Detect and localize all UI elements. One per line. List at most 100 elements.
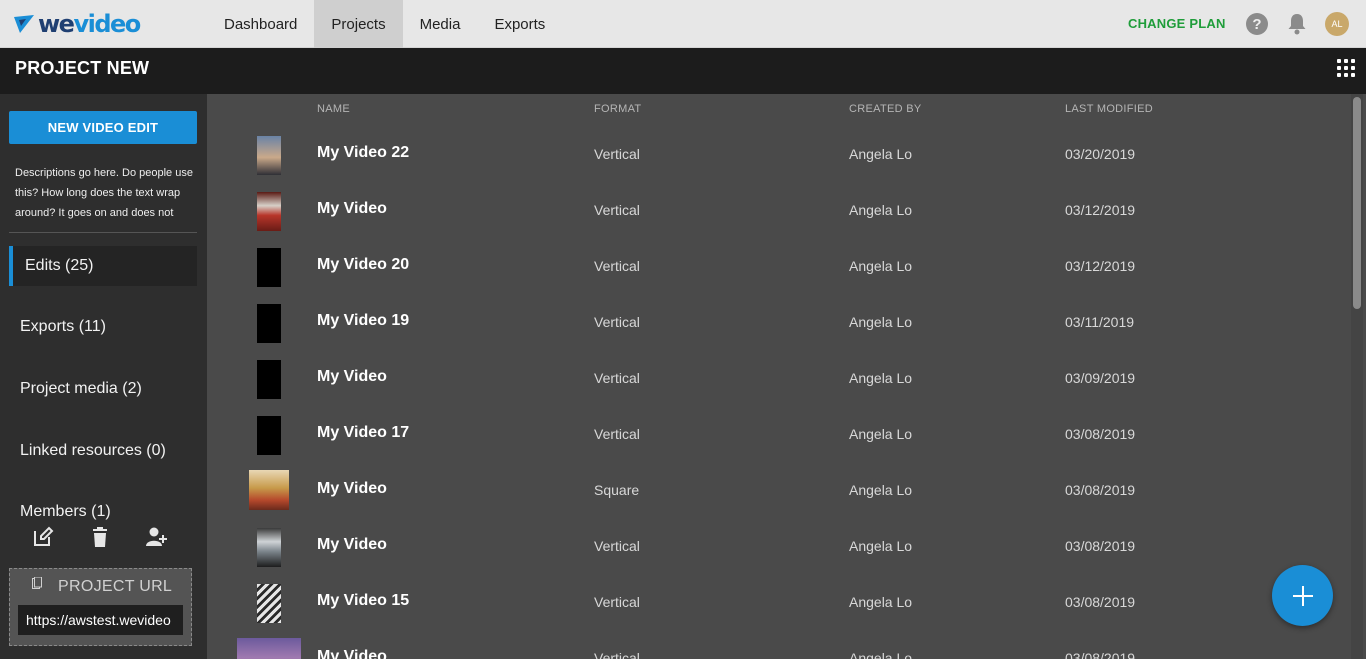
plus-icon (1292, 585, 1313, 606)
video-format: Vertical (594, 594, 640, 610)
sidebar-item-linked-resources[interactable]: Linked resources (0) (9, 431, 197, 471)
video-last-modified: 03/08/2019 (1065, 538, 1136, 554)
video-thumbnail (257, 136, 281, 175)
video-format: Vertical (594, 202, 640, 218)
video-created-by: Angela Lo (849, 482, 913, 498)
table-row[interactable]: My Video 17 Vertical Angela Lo 03/08/201… (207, 406, 1347, 462)
project-url-label: PROJECT URL (58, 578, 173, 595)
video-thumbnail (257, 528, 281, 567)
logo-text: wevideo (38, 10, 141, 38)
clipboard-icon[interactable] (32, 577, 42, 589)
video-name: My Video 22 (317, 144, 410, 161)
video-thumbnail (257, 416, 281, 455)
video-name: My Video (317, 480, 387, 497)
main-nav: Dashboard Projects Media Exports (207, 0, 562, 48)
project-title: PROJECT NEW (15, 58, 150, 78)
nav-exports[interactable]: Exports (477, 0, 562, 48)
video-last-modified: 03/08/2019 (1065, 594, 1136, 610)
video-name: My Video 19 (317, 312, 410, 329)
sidebar-divider (9, 232, 197, 233)
table-row[interactable]: My Video 20 Vertical Angela Lo 03/12/201… (207, 238, 1347, 294)
apps-grid-icon[interactable] (1337, 59, 1355, 77)
nav-media[interactable]: Media (403, 0, 478, 48)
video-thumbnail (257, 584, 281, 623)
video-thumbnail (257, 192, 281, 231)
video-format: Vertical (594, 426, 640, 442)
video-format: Square (594, 482, 640, 498)
project-sidebar: NEW VIDEO EDIT Descriptions go here. Do … (0, 94, 207, 659)
wevideo-logo[interactable]: wevideo (14, 9, 141, 39)
video-created-by: Angela Lo (849, 538, 913, 554)
nav-projects[interactable]: Projects (314, 0, 403, 48)
video-last-modified: 03/12/2019 (1065, 258, 1136, 274)
video-format: Vertical (594, 146, 640, 162)
project-actions (0, 526, 207, 550)
trash-icon[interactable] (89, 526, 111, 548)
video-created-by: Angela Lo (849, 202, 913, 218)
sidebar-item-exports[interactable]: Exports (11) (9, 307, 197, 347)
video-last-modified: 03/11/2019 (1065, 314, 1135, 330)
video-created-by: Angela Lo (849, 426, 913, 442)
table-row[interactable]: My Video 19 Vertical Angela Lo 03/11/201… (207, 294, 1347, 350)
nav-dashboard[interactable]: Dashboard (207, 0, 314, 48)
avatar[interactable]: AL (1325, 12, 1349, 36)
add-member-icon[interactable] (145, 526, 167, 548)
video-created-by: Angela Lo (849, 146, 913, 162)
column-header-name[interactable]: NAME (317, 103, 350, 115)
sidebar-item-project-media[interactable]: Project media (2) (9, 369, 197, 409)
video-last-modified: 03/08/2019 (1065, 426, 1136, 442)
video-thumbnail (257, 304, 281, 343)
edits-list: NAME FORMAT CREATED BY LAST MODIFIED My … (207, 94, 1366, 659)
video-thumbnail (257, 248, 281, 287)
video-name: My Video (317, 368, 387, 385)
project-header: PROJECT NEW (0, 48, 1366, 94)
video-last-modified: 03/09/2019 (1065, 370, 1136, 386)
help-icon[interactable]: ? (1246, 13, 1268, 35)
video-format: Vertical (594, 314, 640, 330)
video-name: My Video 17 (317, 424, 410, 441)
video-created-by: Angela Lo (849, 650, 913, 659)
video-last-modified: 03/08/2019 (1065, 650, 1136, 659)
video-thumbnail (249, 470, 289, 510)
column-header-format[interactable]: FORMAT (594, 103, 641, 115)
video-last-modified: 03/08/2019 (1065, 482, 1136, 498)
column-header-last-modified[interactable]: LAST MODIFIED (1065, 103, 1153, 115)
video-name: My Video (317, 200, 387, 217)
video-created-by: Angela Lo (849, 314, 913, 330)
video-format: Vertical (594, 538, 640, 554)
video-last-modified: 03/20/2019 (1065, 146, 1136, 162)
video-created-by: Angela Lo (849, 370, 913, 386)
video-format: Vertical (594, 370, 640, 386)
table-row[interactable]: My Video 15 Vertical Angela Lo 03/08/201… (207, 574, 1347, 630)
video-last-modified: 03/12/2019 (1065, 202, 1136, 218)
add-button[interactable] (1272, 565, 1333, 626)
scrollbar-thumb[interactable] (1353, 97, 1361, 309)
wevideo-logo-icon (14, 15, 34, 33)
video-name: My Video 20 (317, 256, 410, 273)
table-row[interactable]: My Video Vertical Angela Lo 03/08/2019 (207, 518, 1347, 574)
video-name: My Video (317, 648, 387, 659)
top-nav-bar: wevideo Dashboard Projects Media Exports… (0, 0, 1366, 48)
table-row[interactable]: My Video Vertical Angela Lo 03/12/2019 (207, 182, 1347, 238)
video-format: Vertical (594, 650, 640, 659)
video-created-by: Angela Lo (849, 258, 913, 274)
column-header-created-by[interactable]: CREATED BY (849, 103, 921, 115)
video-name: My Video (317, 536, 387, 553)
change-plan-link[interactable]: CHANGE PLAN (1128, 16, 1226, 31)
project-description: Descriptions go here. Do people use this… (15, 167, 193, 219)
bell-icon[interactable] (1287, 13, 1307, 35)
video-thumbnail (257, 360, 281, 399)
new-video-edit-button[interactable]: NEW VIDEO EDIT (9, 111, 197, 144)
project-url-box: PROJECT URL (9, 568, 192, 646)
video-thumbnail (237, 638, 301, 659)
table-row[interactable]: My Video Vertical Angela Lo 03/08/2019 (207, 630, 1347, 659)
table-row[interactable]: My Video Square Angela Lo 03/08/2019 (207, 462, 1347, 518)
table-row[interactable]: My Video 22 Vertical Angela Lo 03/20/201… (207, 126, 1347, 182)
table-row[interactable]: My Video Vertical Angela Lo 03/09/2019 (207, 350, 1347, 406)
video-format: Vertical (594, 258, 640, 274)
sidebar-item-edits[interactable]: Edits (25) (9, 246, 197, 286)
video-name: My Video 15 (317, 592, 410, 609)
video-created-by: Angela Lo (849, 594, 913, 610)
edit-icon[interactable] (32, 526, 54, 548)
project-url-field[interactable] (18, 605, 183, 635)
